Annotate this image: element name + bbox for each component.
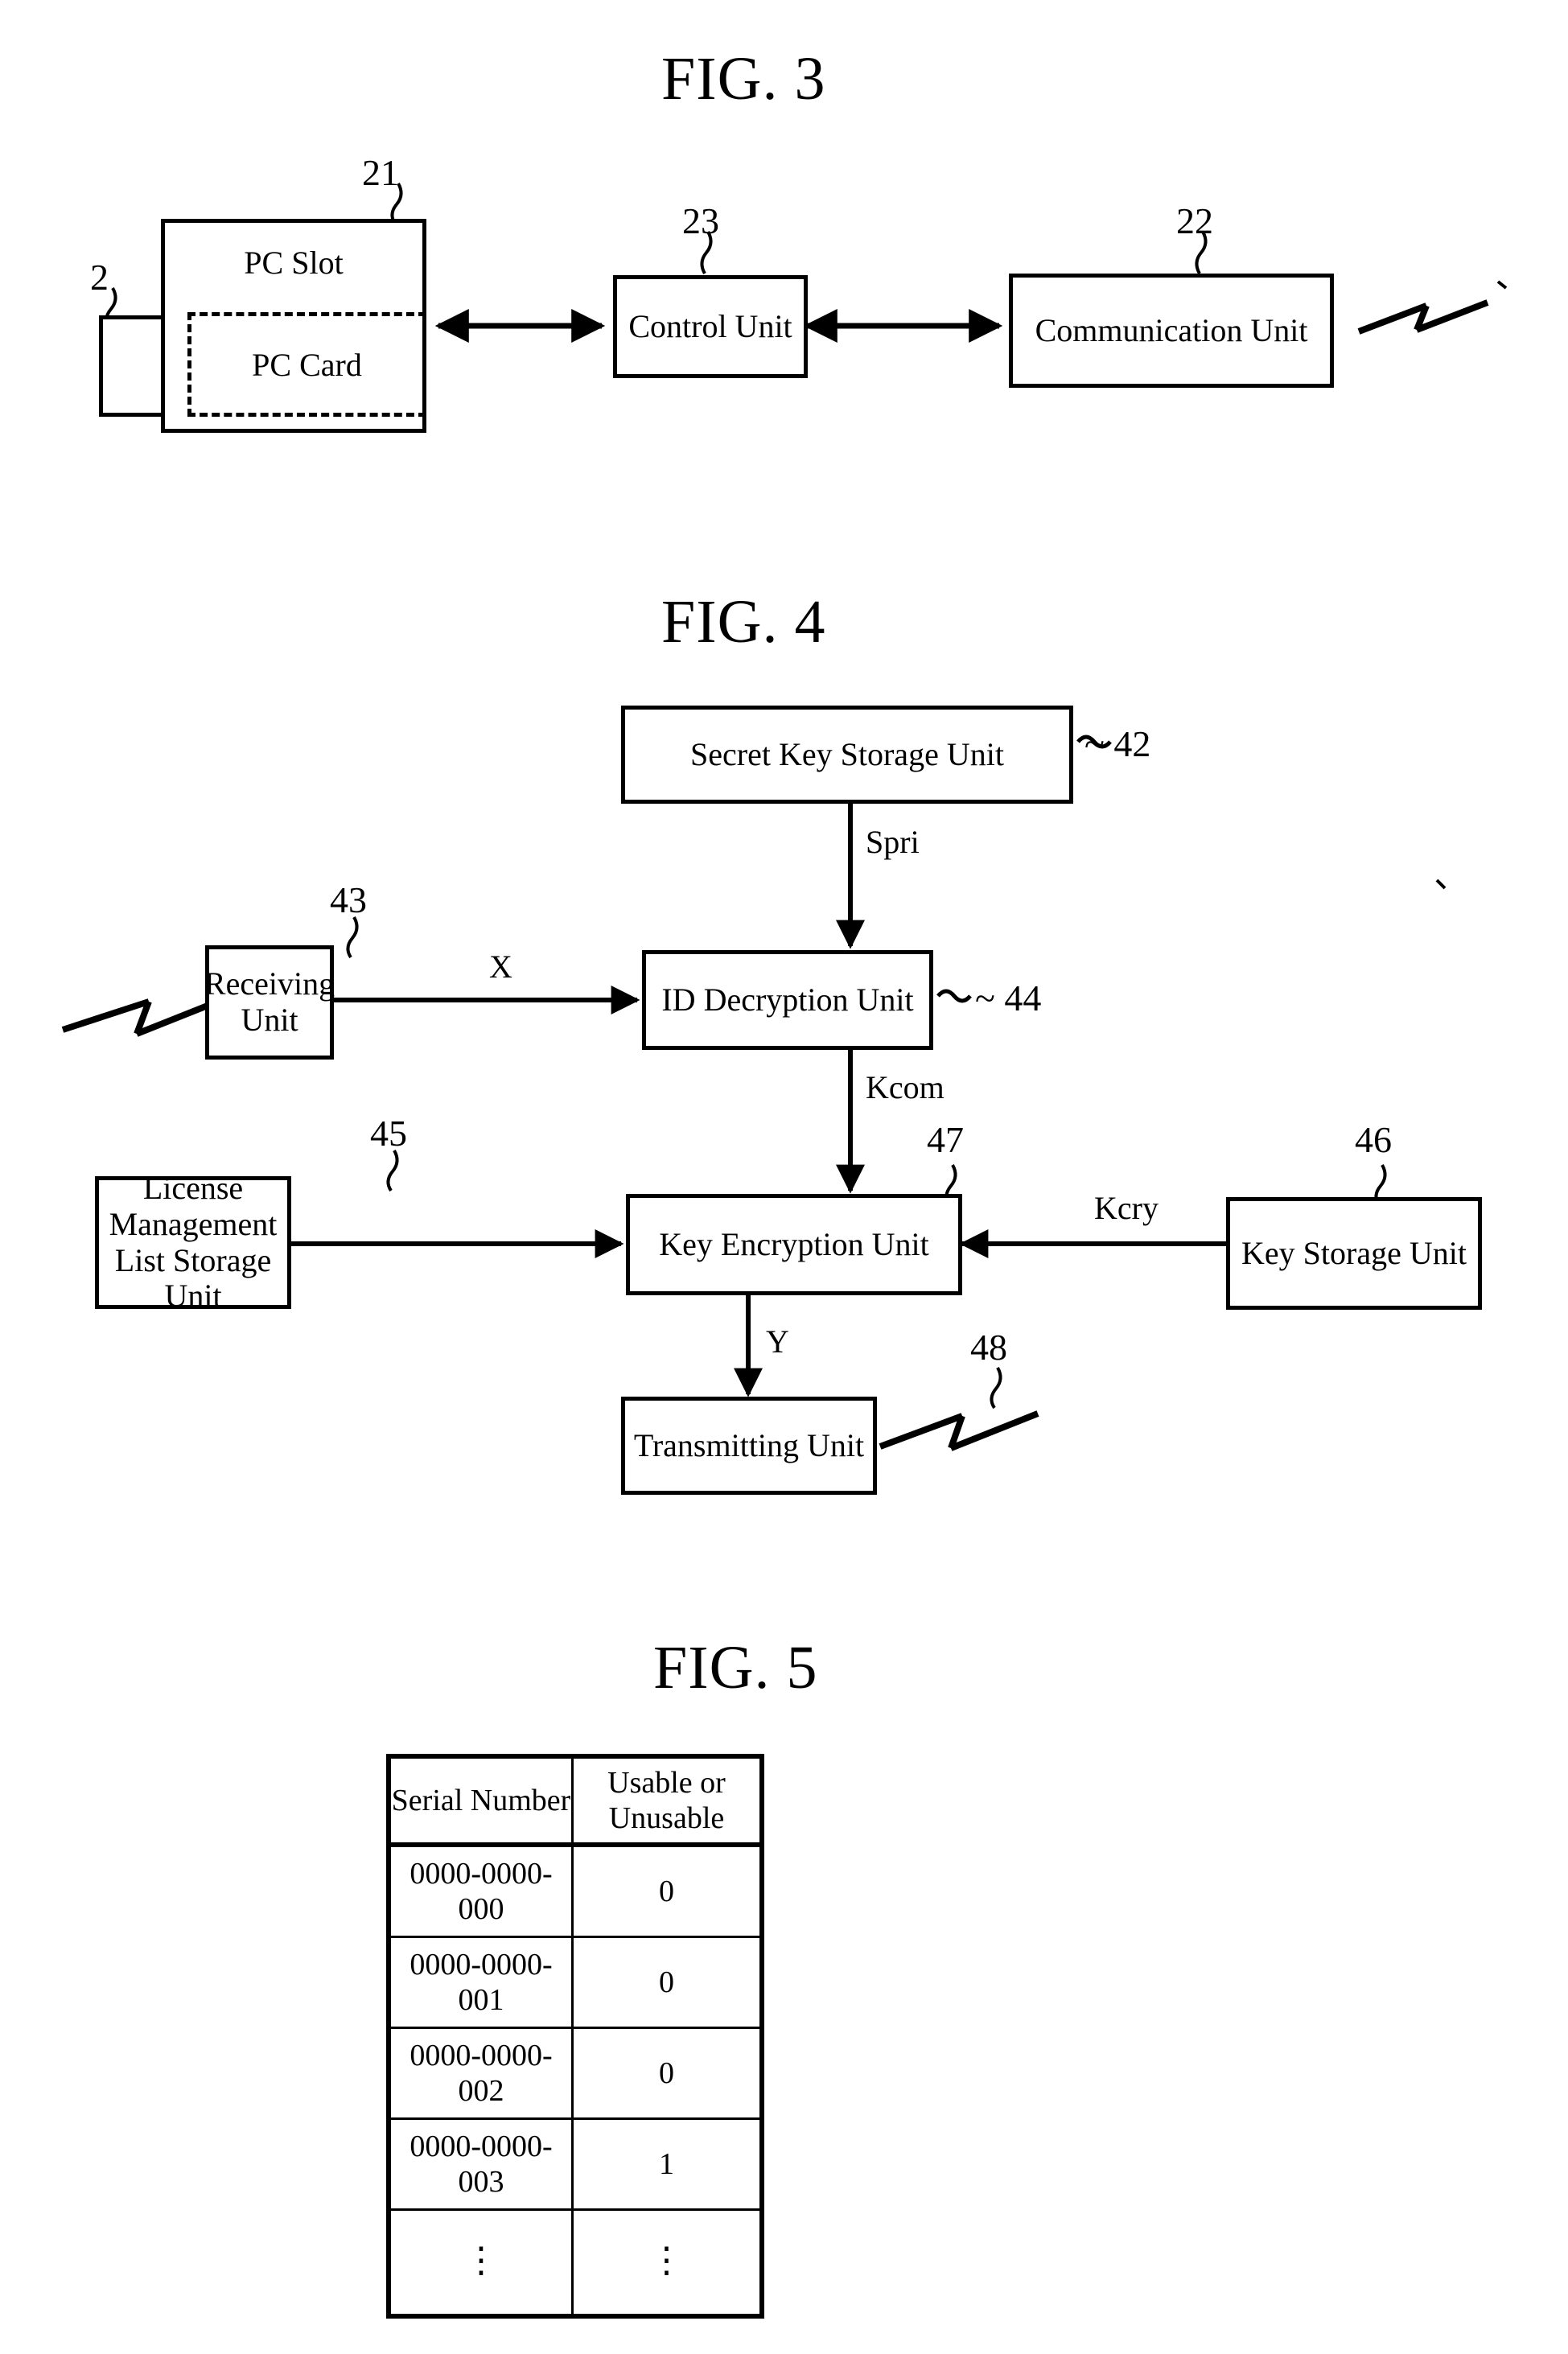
cell-serial-number: 0000-0000-002	[386, 2027, 574, 2120]
pc-card-label: PC Card	[252, 346, 362, 383]
vertical-ellipsis-icon: ⋮	[648, 2241, 685, 2280]
reference-numeral-2: 2	[90, 257, 109, 298]
control-unit-label: Control Unit	[628, 307, 792, 344]
reference-numeral-42: ~ 42	[1084, 723, 1151, 764]
cell-serial-number: 0000-0000-000	[386, 1843, 574, 1938]
radio-wave-icon-fig4-right-seg2	[948, 1414, 965, 1450]
key-encryption-unit-block: Key Encryption Unit	[626, 1194, 962, 1295]
table-row: 0000-0000-002 0	[386, 2027, 765, 2120]
table-row: 0000-0000-003 1	[386, 2117, 765, 2211]
figure-title-fig3: FIG. 3	[661, 45, 826, 113]
reference-numeral-44: ~ 44	[975, 977, 1042, 1019]
reference-numeral-46: 46	[1355, 1119, 1392, 1160]
radio-wave-icon-seg2	[1414, 304, 1430, 331]
cell-usable-flag: 1	[571, 2117, 765, 2211]
patent-figure-page: FIG. 3 21 2 23 22 PC Slot PC Card Contro…	[0, 0, 1568, 2354]
key-storage-unit-block: Key Storage Unit	[1226, 1197, 1482, 1310]
signal-label-spri: Spri	[866, 824, 920, 860]
cell-usable-flag: 0	[571, 1843, 765, 1938]
column-header-serial-number: Serial Number	[386, 1754, 574, 1847]
vertical-ellipsis-icon: ⋮	[463, 2241, 499, 2280]
column-header-usable-or-unusable: Usable or Unusable	[571, 1754, 765, 1847]
stray-tick-mark	[1435, 879, 1447, 890]
license-management-list-table: Serial Number Usable or Unusable 0000-00…	[386, 1754, 765, 2319]
radio-wave-icon-seg1	[1357, 302, 1428, 335]
license-management-list-storage-unit-block: License Management List Storage Unit	[95, 1170, 291, 1314]
signal-label-kcry: Kcry	[1094, 1190, 1159, 1226]
pc-card-tab-block	[99, 315, 167, 417]
leader-line-48	[990, 1367, 1002, 1410]
key-encryption-unit-label: Key Encryption Unit	[659, 1225, 929, 1262]
signal-label-kcom: Kcom	[866, 1069, 945, 1105]
pc-slot-label: PC Slot	[244, 245, 344, 281]
table-header-row: Serial Number Usable or Unusable	[386, 1754, 765, 1847]
receiving-unit-label: Receiving Unit	[204, 965, 335, 1038]
cell-usable-flag: 0	[571, 2027, 765, 2120]
table-row: 0000-0000-000 0	[386, 1843, 765, 1938]
leader-line-43	[346, 916, 359, 959]
communication-unit-block: Communication Unit	[1009, 274, 1334, 388]
id-decryption-unit-label: ID Decryption Unit	[661, 981, 914, 1018]
reference-numeral-23: 23	[682, 200, 719, 241]
communication-unit-label: Communication Unit	[1035, 311, 1308, 348]
radio-wave-icon-fig4-left-seg1	[61, 998, 150, 1033]
cell-usable-flag: 0	[571, 1936, 765, 2029]
cell-serial-number: 0000-0000-003	[386, 2117, 574, 2211]
leader-tilde-44	[936, 989, 972, 1003]
secret-key-storage-unit-label: Secret Key Storage Unit	[690, 735, 1004, 772]
key-storage-unit-label: Key Storage Unit	[1241, 1234, 1467, 1271]
reference-numeral-22: 22	[1176, 200, 1213, 241]
radio-wave-icon-fig4-left-seg2	[134, 1000, 152, 1035]
pc-card-block: PC Card	[187, 312, 426, 417]
table-row: 0000-0000-001 0	[386, 1936, 765, 2029]
spacer	[1360, 296, 1437, 330]
reference-numeral-21: 21	[362, 152, 399, 193]
radio-wave-icon-fig4-right-seg1	[879, 1413, 964, 1450]
radio-wave-icon-seg3	[1415, 299, 1489, 333]
id-decryption-unit-block: ID Decryption Unit	[642, 950, 933, 1050]
figure-title-fig4: FIG. 4	[661, 588, 826, 656]
signal-label-x: X	[489, 949, 512, 985]
table-body: 0000-0000-000 0 0000-0000-001 0 0000-000…	[386, 1843, 765, 2319]
reference-numeral-47: 47	[927, 1119, 964, 1160]
table-header: Serial Number Usable or Unusable	[386, 1754, 765, 1847]
reference-numeral-48: 48	[970, 1327, 1007, 1368]
transmitting-unit-label: Transmitting Unit	[633, 1426, 865, 1463]
reference-numeral-43: 43	[330, 879, 367, 920]
secret-key-storage-unit-block: Secret Key Storage Unit	[621, 706, 1073, 804]
radio-wave-icon-fig4-right-seg3	[949, 1410, 1039, 1451]
figure-title-fig5: FIG. 5	[653, 1634, 818, 1702]
license-management-list-storage-unit-label: License Management List Storage Unit	[109, 1169, 278, 1315]
cell-serial-number-ellipsis: ⋮	[386, 2208, 574, 2319]
radio-wave-tick	[1496, 280, 1508, 290]
cell-usable-flag-ellipsis: ⋮	[571, 2208, 765, 2319]
cell-serial-number: 0000-0000-001	[386, 1936, 574, 2029]
control-unit-block: Control Unit	[613, 275, 808, 378]
table-row-ellipsis: ⋮ ⋮	[386, 2208, 765, 2319]
signal-label-y: Y	[766, 1323, 789, 1360]
receiving-unit-block: Receiving Unit	[204, 945, 335, 1060]
reference-numeral-45: 45	[370, 1113, 407, 1154]
leader-line-45	[386, 1150, 399, 1192]
transmitting-unit-block: Transmitting Unit	[621, 1397, 877, 1495]
